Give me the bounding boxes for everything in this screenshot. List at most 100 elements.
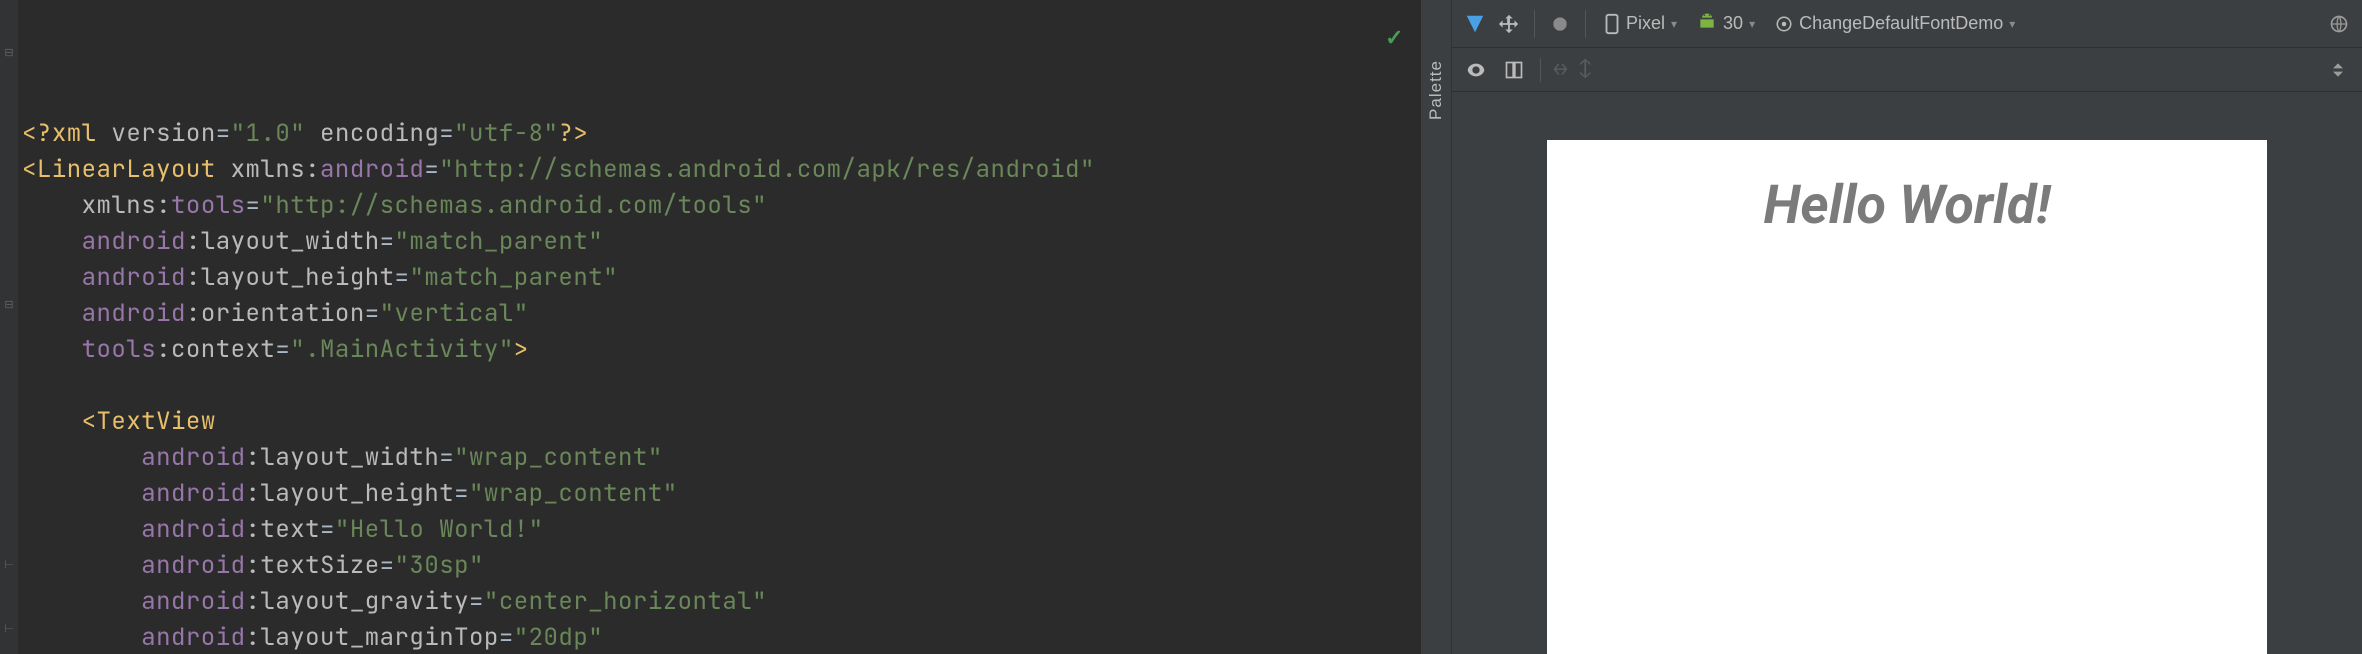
code-token — [22, 370, 37, 401]
fold-toggle-icon[interactable]: ⊟ — [3, 298, 15, 310]
code-line[interactable]: android:layout_width="wrap_content" — [18, 440, 1420, 476]
code-line[interactable]: android:layout_width="match_parent" — [18, 224, 1420, 260]
code-line[interactable]: android:layout_marginTop="20dp" — [18, 620, 1420, 654]
view-mode-icon[interactable] — [1464, 58, 1488, 82]
code-token: :orientation — [186, 298, 365, 329]
code-token: :layout_marginTop — [246, 622, 499, 653]
code-line[interactable]: android:layout_gravity="center_horizonta… — [18, 584, 1420, 620]
code-token — [305, 118, 320, 149]
code-token: :layout_width — [246, 442, 440, 473]
code-line[interactable]: android:orientation="vertical" — [18, 296, 1420, 332]
device-label: Pixel — [1626, 13, 1665, 34]
palette-label: Palette — [1426, 60, 1446, 120]
surface-select-icon[interactable] — [1462, 11, 1488, 37]
code-token: android — [141, 514, 245, 545]
code-line[interactable]: android:layout_height="match_parent" — [18, 260, 1420, 296]
code-line[interactable]: android:layout_height="wrap_content" — [18, 476, 1420, 512]
code-token: = — [320, 514, 335, 545]
code-line[interactable]: xmlns:tools="http://schemas.android.com/… — [18, 188, 1420, 224]
code-line[interactable] — [18, 368, 1420, 404]
code-token: "match_parent" — [409, 262, 618, 293]
code-token: > — [514, 334, 529, 365]
code-token: "match_parent" — [395, 226, 604, 257]
textview-render[interactable]: Hello World! — [1547, 140, 2267, 237]
code-token: ?> — [558, 118, 588, 149]
code-token — [22, 298, 82, 329]
code-token: = — [246, 190, 261, 221]
code-token: "Hello World!" — [335, 514, 544, 545]
code-token: "http://schemas.android.com/apk/res/andr… — [439, 154, 1095, 185]
code-token: = — [439, 442, 454, 473]
code-area[interactable]: ✓ <?xml version="1.0" encoding="utf-8"?>… — [18, 0, 1420, 654]
code-token: xmlns: — [231, 154, 320, 185]
code-token: android — [141, 478, 245, 509]
code-line[interactable]: android:text="Hello World!" — [18, 512, 1420, 548]
editor-gutter[interactable]: ⊟ ⊟ ⊢ ⊢ — [0, 0, 18, 654]
split-view-icon[interactable] — [1502, 58, 1526, 82]
design-canvas[interactable]: Hello World! — [1452, 92, 2362, 654]
code-token — [22, 514, 141, 545]
code-token: = — [424, 154, 439, 185]
code-token — [216, 154, 231, 185]
code-line[interactable]: <?xml version="1.0" encoding="utf-8"?> — [18, 116, 1420, 152]
layout-preview-panel: Palette Pixel ▾ 30 — [1420, 0, 2362, 654]
code-token: = — [275, 334, 290, 365]
chevron-down-icon: ▾ — [1671, 17, 1677, 31]
code-token — [22, 550, 141, 581]
code-token — [22, 622, 141, 653]
code-token: tools — [171, 190, 246, 221]
code-line[interactable]: <TextView — [18, 404, 1420, 440]
code-token: android — [82, 226, 186, 257]
code-token: :layout_width — [186, 226, 380, 257]
api-level-label: 30 — [1723, 13, 1743, 34]
code-token: :context — [156, 334, 275, 365]
chevron-down-icon: ▾ — [2009, 17, 2015, 31]
view-options-toolbar: ↔ ↕ — [1452, 48, 2362, 92]
code-line[interactable]: tools:context=".MainActivity"> — [18, 332, 1420, 368]
api-level-selector[interactable]: 30 ▾ — [1691, 9, 1761, 38]
code-token: :text — [246, 514, 321, 545]
code-line[interactable]: <LinearLayout xmlns:android="http://sche… — [18, 152, 1420, 188]
code-token: <? — [22, 118, 52, 149]
fold-toggle-icon[interactable]: ⊟ — [3, 46, 15, 58]
code-token: :layout_gravity — [246, 586, 470, 617]
xml-editor[interactable]: ⊟ ⊟ ⊢ ⊢ ✓ <?xml version="1.0" encoding="… — [0, 0, 1420, 654]
code-token: android — [141, 442, 245, 473]
code-token — [97, 118, 112, 149]
orientation-icon[interactable] — [1496, 11, 1522, 37]
code-token: xml — [52, 118, 97, 149]
code-line[interactable]: android:textSize="30sp" — [18, 548, 1420, 584]
toolbar-separator — [1534, 10, 1535, 38]
theme-config-selector[interactable]: ChangeDefaultFontDemo ▾ — [1769, 11, 2021, 36]
code-token: android — [320, 154, 424, 185]
pan-up-icon[interactable]: ↕ — [1580, 58, 1591, 81]
night-mode-icon[interactable] — [1547, 11, 1573, 37]
code-token: "1.0" — [231, 118, 306, 149]
code-token: :textSize — [246, 550, 380, 581]
code-token — [22, 586, 141, 617]
code-token: = — [365, 298, 380, 329]
code-token: = — [454, 478, 469, 509]
code-token: "20dp" — [514, 622, 603, 653]
device-frame[interactable]: Hello World! — [1547, 140, 2267, 654]
code-token: "30sp" — [395, 550, 484, 581]
device-selector[interactable]: Pixel ▾ — [1598, 11, 1683, 37]
analysis-ok-icon[interactable]: ✓ — [1385, 20, 1404, 56]
code-token: xmlns: — [82, 190, 171, 221]
pan-left-icon[interactable]: ↔ — [1555, 58, 1566, 81]
code-token: encoding — [320, 118, 439, 149]
code-token: "vertical" — [380, 298, 529, 329]
palette-toolwindow-tab[interactable]: Palette — [1420, 0, 1452, 654]
code-token: android — [141, 622, 245, 653]
code-token: "wrap_content" — [469, 478, 678, 509]
android-icon — [1697, 11, 1717, 36]
code-token: = — [380, 550, 395, 581]
code-token — [22, 478, 141, 509]
code-token: version — [111, 118, 215, 149]
locale-icon[interactable] — [2326, 11, 2352, 37]
code-token: "wrap_content" — [454, 442, 663, 473]
view-settings-icon[interactable] — [2326, 58, 2350, 82]
code-token: = — [216, 118, 231, 149]
code-token: ".MainActivity" — [290, 334, 514, 365]
code-token: < — [82, 406, 97, 437]
